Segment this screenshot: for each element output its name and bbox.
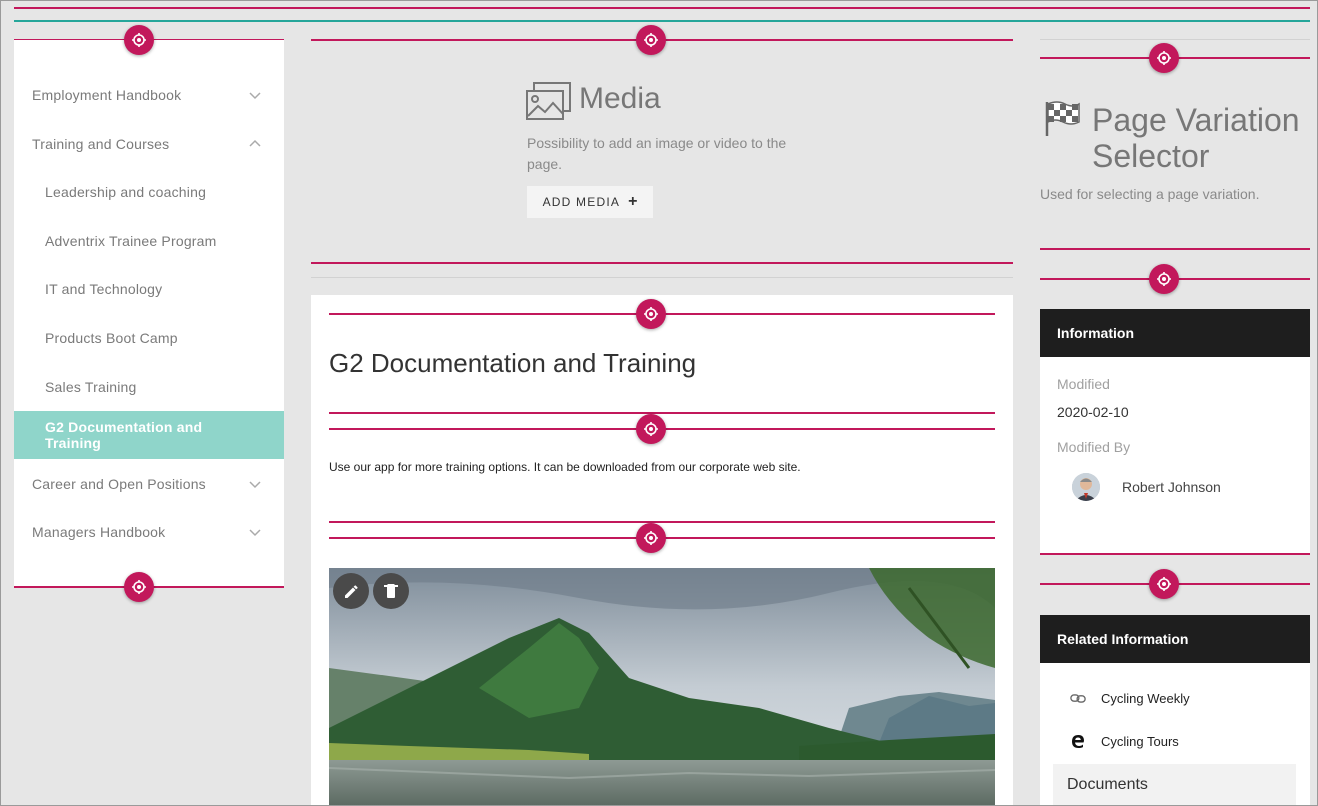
information-header: Information [1040, 309, 1310, 357]
chevron-down-icon[interactable] [248, 477, 262, 491]
checkered-flag-icon [1045, 101, 1080, 136]
avatar[interactable] [1072, 473, 1100, 501]
left-navigation-panel [14, 40, 284, 586]
landscape-image [329, 568, 995, 806]
chevron-down-icon[interactable] [248, 525, 262, 539]
nav-label: Leadership and coaching [45, 184, 207, 200]
pencil-icon [345, 585, 358, 598]
nav-item-training-and-courses[interactable]: Training and Courses [14, 124, 284, 164]
nav-label: Training and Courses [32, 136, 170, 152]
author-name: Robert Johnson [1122, 479, 1221, 495]
related-link-cycling-weekly[interactable]: Cycling Weekly [1068, 688, 1190, 708]
body-text: Use our app for more training options. I… [329, 460, 801, 474]
add-media-label: ADD MEDIA [542, 195, 621, 209]
nav-label: IT and Technology [45, 281, 163, 297]
media-image-icon [526, 82, 571, 120]
nav-item-it-and-technology[interactable]: IT and Technology [14, 269, 284, 309]
drop-zone-anchor[interactable] [636, 25, 666, 55]
nav-item-managers-handbook[interactable]: Managers Handbook [14, 512, 284, 552]
top-teal-line [14, 20, 1310, 22]
related-link-label: Cycling Weekly [1101, 690, 1190, 706]
drop-zone-anchor[interactable] [1149, 264, 1179, 294]
drop-zone-anchor[interactable] [1149, 569, 1179, 599]
page-variation-description: Used for selecting a page variation. [1040, 186, 1260, 202]
plus-icon: + [628, 193, 638, 210]
nav-label: Employment Handbook [32, 87, 182, 103]
nav-item-g2-documentation-active[interactable]: G2 Documentation and Training [14, 411, 284, 459]
nav-label: G2 Documentation and Training [45, 419, 203, 451]
nav-item-products-boot-camp[interactable]: Products Boot Camp [14, 318, 284, 358]
modified-value: 2020-02-10 [1057, 404, 1129, 420]
right-zone-line [1040, 248, 1310, 250]
page-variation-title: Page Variation Selector [1092, 102, 1300, 174]
chevron-down-icon[interactable] [248, 88, 262, 102]
related-information-header: Related Information [1040, 615, 1310, 663]
nav-label: Sales Training [45, 379, 137, 395]
add-media-button[interactable]: ADD MEDIA + [527, 186, 653, 218]
drop-zone-anchor[interactable] [636, 523, 666, 553]
drop-zone-anchor[interactable] [636, 299, 666, 329]
right-zone-line [1040, 553, 1310, 555]
modified-label: Modified [1057, 376, 1110, 392]
drop-zone-anchor[interactable] [1149, 43, 1179, 73]
edge-icon [1068, 733, 1088, 749]
content-zone-line [329, 521, 995, 523]
drop-zone-anchor[interactable] [124, 25, 154, 55]
media-description: Possibility to add an image or video to … [527, 135, 787, 172]
nav-label: Products Boot Camp [45, 330, 178, 346]
nav-item-leadership-and-coaching[interactable]: Leadership and coaching [14, 172, 284, 212]
page-title: G2 Documentation and Training [329, 348, 697, 378]
top-magenta-line [14, 7, 1310, 9]
drop-zone-anchor[interactable] [124, 572, 154, 602]
nav-item-career-and-open-positions[interactable]: Career and Open Positions [14, 464, 284, 504]
delete-image-button[interactable] [373, 573, 409, 609]
media-title: Media [579, 82, 661, 115]
chevron-up-icon[interactable] [248, 137, 262, 151]
nav-label: Adventrix Trainee Program [45, 233, 217, 249]
related-link-label: Cycling Tours [1101, 733, 1179, 749]
drop-zone-anchor[interactable] [636, 414, 666, 444]
nav-label: Career and Open Positions [32, 476, 206, 492]
nav-item-adventrix-trainee-program[interactable]: Adventrix Trainee Program [14, 221, 284, 261]
documents-section[interactable]: Documents [1053, 764, 1296, 806]
content-zone-line [329, 412, 995, 414]
related-link-cycling-tours[interactable]: Cycling Tours [1068, 731, 1179, 751]
divider [311, 277, 1013, 278]
trash-icon [384, 584, 398, 598]
modified-by-label: Modified By [1057, 439, 1131, 455]
divider [1040, 39, 1310, 40]
nav-item-sales-training[interactable]: Sales Training [14, 367, 284, 407]
media-zone-bottom-line [311, 262, 1013, 264]
nav-label: Managers Handbook [32, 524, 166, 540]
edit-image-button[interactable] [333, 573, 369, 609]
link-icon [1068, 690, 1088, 706]
nav-item-employment-handbook[interactable]: Employment Handbook [14, 75, 284, 115]
